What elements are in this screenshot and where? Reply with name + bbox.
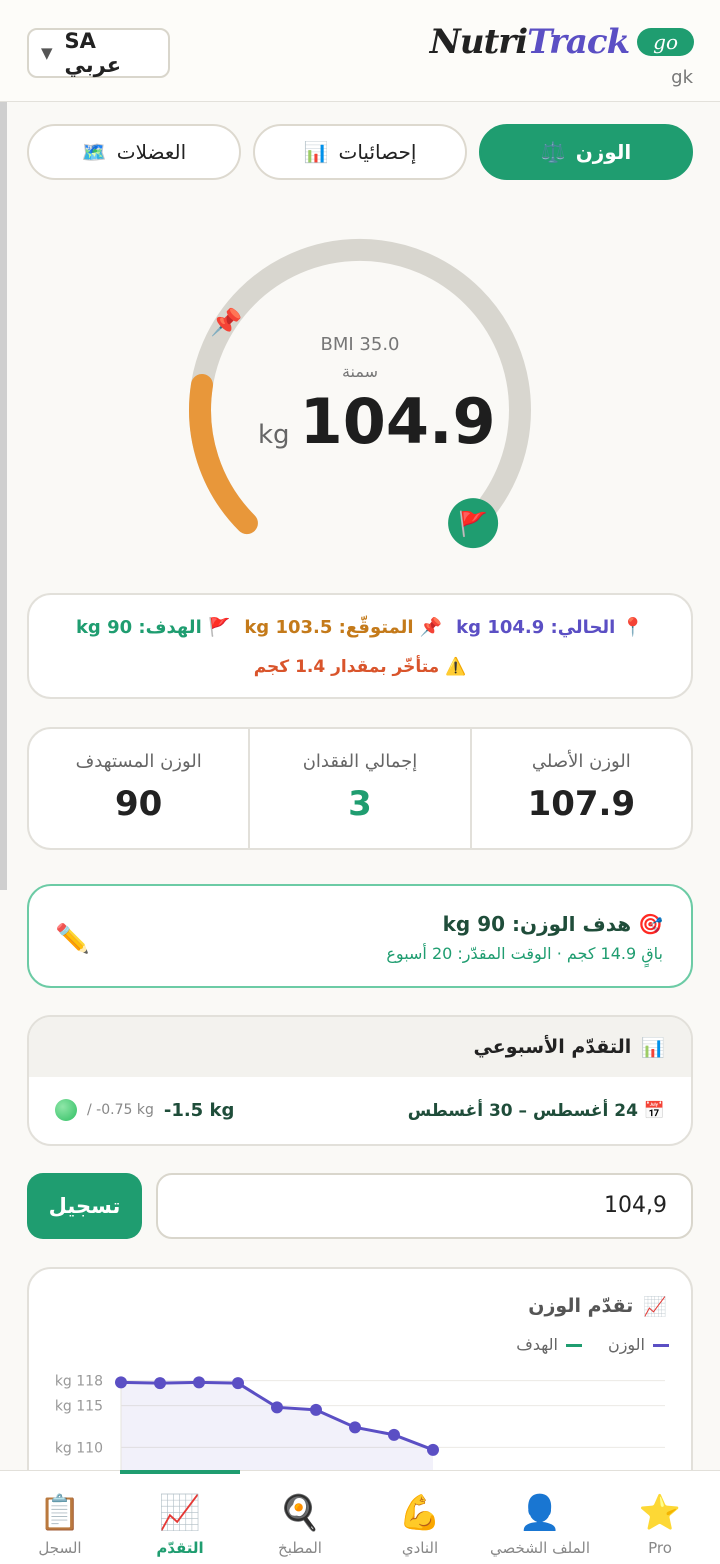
- goal-flag-icon: 🚩: [448, 498, 499, 549]
- weekly-change-value: -1.5 kg: [163, 1099, 235, 1121]
- chart-icon: 📈: [158, 1493, 202, 1533]
- y-tick-label: kg 118: [55, 1374, 103, 1390]
- week-range: 📅 24 أغسطس – 30 أغسطس: [407, 1101, 665, 1121]
- behind-schedule-warning: ⚠️ متأخّر بمقدار 1.4 كجم: [253, 657, 467, 677]
- star-icon: ⭐: [638, 1493, 682, 1533]
- pushpin-icon: 📌: [419, 617, 443, 638]
- weight-point: [115, 1376, 127, 1389]
- weight-input[interactable]: 104,9: [156, 1173, 693, 1239]
- brand: NutriTrack go: [430, 22, 694, 62]
- app-logo: NutriTrack: [429, 22, 630, 62]
- user-initials[interactable]: gk: [671, 67, 693, 88]
- tab-stats[interactable]: 📊 إحصائيات: [253, 124, 467, 180]
- weight-unit: kg: [258, 420, 290, 450]
- weekly-title: التقدّم الأسبوعي: [473, 1036, 632, 1058]
- weight-point: [193, 1376, 205, 1389]
- tab-label: إحصائيات: [338, 140, 417, 164]
- weight-point: [388, 1428, 400, 1441]
- stat-original-weight: الوزن الأصلي 107.9: [527, 751, 636, 824]
- weight-goal-card[interactable]: 🎯 هدف الوزن: 90 kg باقٍ 14.9 كجم · الوقت…: [27, 884, 693, 988]
- brand-badge: go: [637, 28, 694, 56]
- target-icon: 🎯: [638, 912, 663, 936]
- stat-total-loss: إجمالي الفقدان 3: [250, 729, 472, 848]
- nav-gym[interactable]: 💪 النادي: [360, 1471, 480, 1564]
- weight-summary-card: 📍 الحالي: 104.9 kg 📌 المتوقّع: 103.5 kg …: [27, 593, 693, 699]
- flag-icon: 🚩: [208, 617, 231, 638]
- bar-chart-icon: 📊: [641, 1036, 665, 1059]
- scale-icon: ⚖️: [540, 140, 566, 164]
- log-weight-button[interactable]: تسجيل: [27, 1173, 142, 1239]
- map-icon: 🗺️: [81, 140, 107, 164]
- frying-pan-icon: 🍳: [278, 1493, 322, 1533]
- current-weight-summary: 📍 الحالي: 104.9 kg: [456, 617, 645, 638]
- bar-chart-icon: 📊: [303, 140, 329, 164]
- app-header: ▼ SA عربي NutriTrack go gk: [0, 0, 720, 102]
- location-pin-icon: 📍: [621, 617, 645, 638]
- status-dot-icon: [55, 1099, 77, 1121]
- weight-point: [232, 1377, 244, 1390]
- weight-point: [349, 1421, 361, 1434]
- expected-weight-summary: 📌 المتوقّع: 103.5 kg: [244, 617, 443, 638]
- weight-point: [427, 1443, 439, 1456]
- weekly-target: / -0.75 kg: [87, 1102, 154, 1118]
- tab-muscles[interactable]: 🗺️ العضلات: [27, 124, 241, 180]
- nav-pro[interactable]: ⭐ Pro: [600, 1471, 720, 1564]
- weight-point: [154, 1377, 166, 1390]
- tab-weight[interactable]: ⚖️ الوزن: [479, 124, 693, 180]
- weekly-header: 📊 التقدّم الأسبوعي: [29, 1017, 691, 1077]
- nav-kitchen[interactable]: 🍳 المطبخ: [240, 1471, 360, 1564]
- y-tick-label: kg 110: [55, 1440, 103, 1456]
- nav-profile[interactable]: 👤 الملف الشخصي: [480, 1471, 600, 1564]
- calendar-icon: 📅: [643, 1101, 665, 1121]
- goal-weight-summary: 🚩 الهدف: 90 kg: [75, 617, 231, 638]
- weight-point: [310, 1403, 322, 1416]
- weight-stats-card: الوزن الأصلي 107.9 إجمالي الفقدان 3 الوز…: [27, 727, 693, 850]
- language-label: عربي: [64, 53, 122, 77]
- clipboard-icon: 📋: [38, 1493, 82, 1533]
- nav-log[interactable]: 📋 السجل: [0, 1471, 120, 1564]
- goal-title: 🎯 هدف الوزن: 90 kg: [442, 912, 663, 936]
- bottom-nav: 📋 السجل 📈 التقدّم 🍳 المطبخ 💪 النادي 👤 الملف ا…: [0, 1470, 720, 1564]
- tab-label: الوزن: [575, 140, 632, 164]
- warning-icon: ⚠️: [445, 657, 467, 677]
- bmi-category: سمنة: [341, 362, 379, 381]
- current-weight-display: kg 104.9: [258, 385, 518, 458]
- y-tick-label: kg 115: [55, 1399, 103, 1415]
- weekly-progress-card: 📊 التقدّم الأسبوعي 📅 24 أغسطس – 30 أغسطس…: [27, 1015, 693, 1146]
- language-selector[interactable]: ▼ SA عربي: [27, 28, 170, 78]
- tab-label: العضلات: [116, 140, 187, 164]
- weight-point: [271, 1401, 283, 1414]
- bicep-icon: 💪: [398, 1493, 442, 1533]
- user-icon: 👤: [518, 1493, 562, 1533]
- stat-target-weight: الوزن المستهدف 90: [29, 729, 251, 848]
- nav-progress[interactable]: 📈 التقدّم: [120, 1470, 240, 1564]
- bmi-label: BMI 35.0: [320, 334, 400, 355]
- edit-pencil-icon[interactable]: ✏️: [55, 922, 90, 955]
- current-weight: 104.9: [299, 385, 496, 458]
- gauge-progress: [189, 374, 258, 535]
- scrollbar[interactable]: [0, 102, 7, 890]
- language-flag: SA: [64, 29, 96, 53]
- svg-text:🚩: 🚩: [458, 510, 488, 538]
- goal-subtitle: باقٍ 14.9 كجم · الوقت المقدّر: 20 أسبوع: [386, 944, 663, 963]
- chevron-down-icon: ▼: [41, 44, 53, 62]
- weekly-change: / -0.75 kg -1.5 kg: [55, 1099, 234, 1121]
